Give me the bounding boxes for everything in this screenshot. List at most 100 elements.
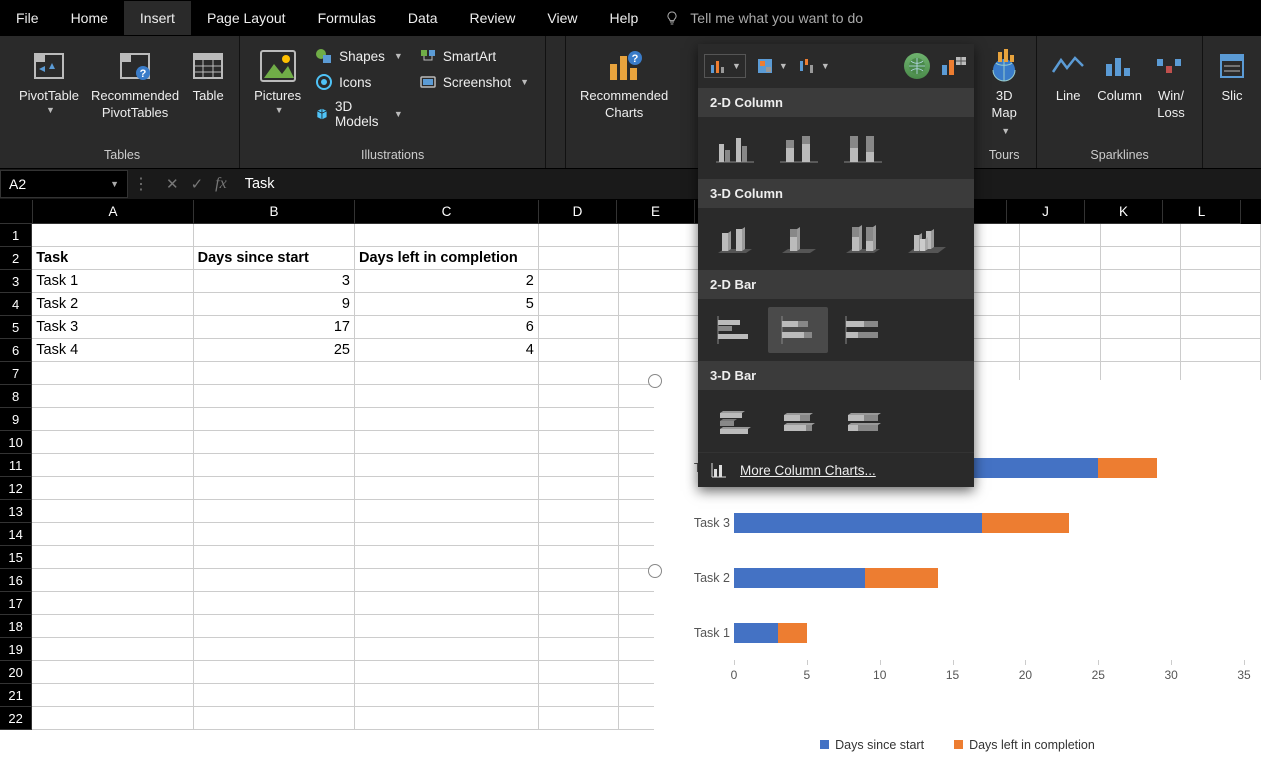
cell[interactable] — [539, 431, 619, 454]
chart-legend[interactable]: Days since start Days left in completion — [654, 738, 1261, 752]
cell[interactable]: Days left in completion — [355, 247, 539, 270]
cell[interactable] — [1020, 247, 1100, 270]
menu-review[interactable]: Review — [454, 1, 532, 35]
cell[interactable] — [539, 684, 619, 707]
select-all-corner[interactable] — [0, 200, 33, 224]
row-header[interactable]: 15 — [0, 546, 32, 569]
cell[interactable]: 4 — [355, 339, 539, 362]
row-header[interactable]: 14 — [0, 523, 32, 546]
btn-sparkline-winloss[interactable]: Win/ Loss — [1150, 42, 1192, 126]
cell[interactable] — [355, 408, 539, 431]
cell[interactable] — [619, 247, 699, 270]
btn-stacked-bar[interactable] — [768, 307, 828, 353]
cell[interactable] — [1020, 224, 1100, 247]
cell[interactable]: Task 2 — [32, 293, 193, 316]
cell[interactable] — [355, 638, 539, 661]
cell[interactable] — [194, 569, 355, 592]
cell[interactable]: 5 — [355, 293, 539, 316]
row-header[interactable]: 9 — [0, 408, 32, 431]
chart-bar[interactable] — [734, 623, 778, 643]
menu-page-layout[interactable]: Page Layout — [191, 1, 302, 35]
col-header-E[interactable]: E — [617, 200, 695, 224]
row-header[interactable]: 22 — [0, 707, 32, 730]
cell[interactable] — [539, 569, 619, 592]
btn-confirm-formula[interactable]: ✓ — [191, 175, 204, 193]
chart-bar[interactable] — [865, 568, 938, 588]
chart-bar[interactable] — [778, 623, 807, 643]
row-header[interactable]: 11 — [0, 454, 32, 477]
btn-3d-map[interactable]: 3D Map ▼ — [982, 42, 1026, 143]
cell[interactable] — [32, 546, 193, 569]
btn-pictures[interactable]: Pictures ▼ — [250, 42, 305, 119]
btn-sparkline-column[interactable]: Column — [1093, 42, 1146, 109]
cell[interactable] — [1020, 270, 1100, 293]
cell[interactable] — [355, 431, 539, 454]
cell[interactable] — [539, 224, 619, 247]
cell[interactable] — [539, 592, 619, 615]
cell[interactable] — [1181, 339, 1261, 362]
menu-view[interactable]: View — [531, 1, 593, 35]
cell[interactable] — [539, 247, 619, 270]
resize-handle-w[interactable] — [648, 564, 662, 578]
cell[interactable] — [194, 224, 355, 247]
menu-home[interactable]: Home — [55, 1, 124, 35]
menu-file[interactable]: File — [0, 1, 55, 35]
col-header-L[interactable]: L — [1163, 200, 1241, 224]
cell[interactable] — [539, 500, 619, 523]
btn-sparkline-line[interactable]: Line — [1047, 42, 1089, 109]
row-header[interactable]: 6 — [0, 339, 32, 362]
cell[interactable] — [194, 454, 355, 477]
cell[interactable] — [32, 707, 193, 730]
btn-3d-100-stacked-bar[interactable] — [832, 398, 892, 444]
cell[interactable] — [194, 385, 355, 408]
cell[interactable] — [1101, 270, 1181, 293]
cell[interactable] — [32, 615, 193, 638]
row-header[interactable]: 16 — [0, 569, 32, 592]
cell[interactable] — [619, 270, 699, 293]
cell[interactable]: 6 — [355, 316, 539, 339]
btn-stacked-column[interactable] — [768, 125, 828, 171]
cell[interactable] — [194, 408, 355, 431]
chart-bar[interactable] — [982, 513, 1069, 533]
cell[interactable] — [1101, 224, 1181, 247]
cell[interactable] — [355, 224, 539, 247]
col-header-D[interactable]: D — [539, 200, 617, 224]
cell[interactable] — [539, 270, 619, 293]
cell[interactable] — [194, 684, 355, 707]
row-header[interactable]: 10 — [0, 431, 32, 454]
cell[interactable] — [539, 339, 619, 362]
btn-3d-stacked-bar[interactable] — [768, 398, 828, 444]
row-header[interactable]: 3 — [0, 270, 32, 293]
row-header[interactable]: 19 — [0, 638, 32, 661]
cell[interactable] — [194, 661, 355, 684]
btn-maps[interactable] — [904, 53, 930, 79]
cell[interactable] — [194, 592, 355, 615]
col-header-B[interactable]: B — [194, 200, 355, 224]
cell[interactable] — [539, 546, 619, 569]
col-header-A[interactable]: A — [33, 200, 194, 224]
cell[interactable] — [194, 523, 355, 546]
cell[interactable] — [1020, 316, 1100, 339]
cell[interactable] — [1181, 224, 1261, 247]
chart-bar[interactable] — [734, 513, 982, 533]
cell[interactable] — [32, 431, 193, 454]
cell[interactable]: 9 — [194, 293, 355, 316]
btn-clustered-bar[interactable] — [704, 307, 764, 353]
cell[interactable] — [355, 684, 539, 707]
cell[interactable] — [355, 454, 539, 477]
cell[interactable] — [32, 638, 193, 661]
cell[interactable]: Task 1 — [32, 270, 193, 293]
tell-me-search[interactable]: Tell me what you want to do — [664, 10, 863, 26]
cell[interactable] — [32, 385, 193, 408]
row-header[interactable]: 8 — [0, 385, 32, 408]
cell[interactable] — [539, 615, 619, 638]
cell[interactable] — [619, 316, 699, 339]
cell[interactable] — [1181, 270, 1261, 293]
row-header[interactable]: 17 — [0, 592, 32, 615]
menu-insert[interactable]: Insert — [124, 1, 191, 35]
cell[interactable] — [355, 546, 539, 569]
row-header[interactable]: 5 — [0, 316, 32, 339]
cell[interactable] — [194, 500, 355, 523]
cell[interactable] — [194, 477, 355, 500]
btn-3d-models[interactable]: 3D Models▼ — [311, 96, 407, 132]
